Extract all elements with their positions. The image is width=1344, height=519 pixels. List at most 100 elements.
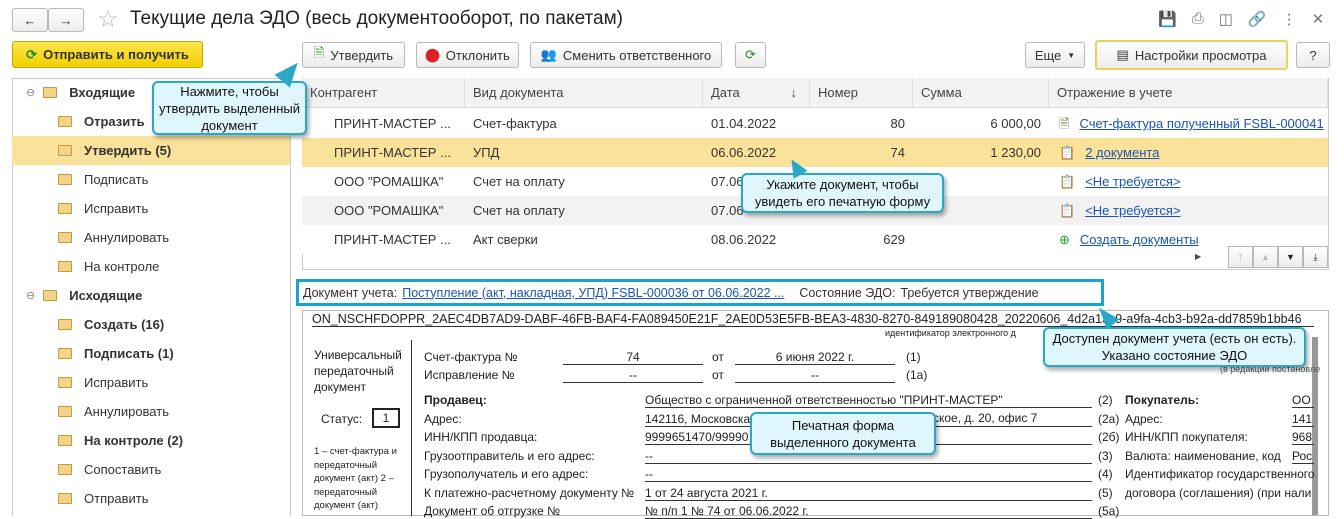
back-button[interactable]: ←	[12, 8, 48, 32]
collapse-icon[interactable]: ⊖	[26, 86, 35, 99]
callout-select-document: Укажите документ, чтобы увидеть его печа…	[741, 173, 944, 213]
sidebar-item-label: Отправить	[84, 491, 149, 506]
send-receive-button[interactable]: ⟳ Отправить и получить	[12, 41, 203, 68]
reflection-link[interactable]: Создать документы	[1080, 232, 1199, 247]
callout-accounting-doc: Доступен документ учета (есть он есть). …	[1043, 327, 1306, 367]
document-check-icon: 📋	[1059, 203, 1076, 218]
folder-icon	[58, 319, 72, 330]
column-header-doc-type[interactable]: Вид документа	[465, 78, 703, 108]
scroll-right-icon[interactable]: ▶	[1195, 252, 1201, 261]
folder-icon	[58, 377, 72, 388]
print-icon[interactable]: ⎙	[1192, 10, 1204, 28]
column-header-contractor[interactable]: Контрагент	[302, 78, 465, 108]
sidebar-item[interactable]: Создать (16)	[12, 310, 290, 339]
cell-sum: 6 000,00	[990, 116, 1041, 131]
collapse-icon[interactable]: ⊖	[26, 289, 35, 302]
sidebar-item[interactable]: Отправить	[12, 484, 290, 513]
sidebar-item[interactable]: Исправить	[12, 194, 290, 223]
forward-button[interactable]: →	[48, 8, 84, 32]
accounting-info-bar: Документ учета: Поступление (акт, наклад…	[296, 279, 1104, 306]
cell-contractor: ПРИНТ-МАСТЕР ...	[334, 145, 451, 160]
folder-icon	[43, 290, 58, 301]
column-header-reflection[interactable]: Отражение в учете	[1049, 78, 1328, 108]
sidebar-item[interactable]: Сопоставить	[12, 455, 290, 484]
sort-down-icon: ↓	[790, 85, 798, 100]
callout-approve: Нажмите, чтобы утвердить выделенный доку…	[152, 81, 307, 135]
cell-contractor: ООО "РОМАШКА"	[334, 203, 444, 218]
cell-number: 80	[890, 116, 905, 131]
reflection-link[interactable]: <Не требуется>	[1085, 174, 1180, 189]
cell-contractor: ООО "РОМАШКА"	[334, 174, 444, 189]
document-check-icon: 📋	[1059, 174, 1076, 189]
sidebar-item-label: Исправить	[84, 201, 149, 216]
scroll-bottom-button[interactable]: ⤓	[1303, 246, 1328, 268]
page-title: Текущие дела ЭДО (весь документооборот, …	[130, 8, 624, 29]
cell-type: Счет на оплату	[473, 203, 565, 218]
cell-number: 629	[883, 232, 905, 247]
reflection-link[interactable]: Счет-фактура полученный FSBL-000041	[1079, 116, 1323, 131]
sidebar-item[interactable]: Подписать (1)	[12, 339, 290, 368]
sidebar-item-label: На контроле (2)	[84, 433, 184, 448]
more-button[interactable]: Еще ▼	[1025, 42, 1085, 68]
folder-icon	[58, 145, 72, 156]
sidebar-item-label: Исходящие	[69, 288, 143, 303]
view-settings-button[interactable]: ▤ Настройки просмотра	[1095, 40, 1288, 70]
cell-number: 74	[890, 145, 905, 160]
close-icon[interactable]: ✕	[1312, 10, 1325, 28]
sidebar-item[interactable]: Аннулировать	[12, 223, 290, 252]
cell-contractor: ПРИНТ-МАСТЕР ...	[334, 116, 451, 131]
column-header-date[interactable]: Дата ↓	[703, 78, 810, 108]
preview-icon[interactable]: ◫	[1219, 10, 1233, 28]
sidebar-item-label: Аннулировать	[84, 404, 169, 419]
callout-print-form: Печатная форма выделенного документа	[750, 412, 936, 455]
folder-icon	[58, 493, 72, 504]
column-header-number[interactable]: Номер	[810, 78, 913, 108]
edo-state: Требуется утверждение	[900, 285, 1039, 300]
cell-contractor: ПРИНТ-МАСТЕР ...	[334, 232, 451, 247]
sidebar-item-label: Создать (16)	[84, 317, 165, 332]
refresh-button[interactable]: ⟳	[735, 42, 766, 68]
sidebar-item[interactable]: На контроле	[12, 252, 290, 281]
sidebar-item[interactable]: ⊖ Исходящие	[12, 281, 290, 310]
help-button[interactable]: ?	[1296, 42, 1330, 68]
scroll-up-button[interactable]: ▲	[1253, 246, 1278, 268]
form-divider	[411, 340, 412, 516]
reject-icon: ⬤	[425, 47, 440, 62]
link-icon[interactable]: 🔗	[1248, 10, 1267, 28]
scroll-down-button[interactable]: ▼	[1278, 246, 1303, 268]
approve-button[interactable]: 🗎 Утвердить	[302, 42, 405, 68]
sidebar-item[interactable]: Исправить	[12, 368, 290, 397]
sidebar-item[interactable]: На контроле (2)	[12, 426, 290, 455]
column-header-sum[interactable]: Сумма	[913, 78, 1049, 108]
approve-doc-icon: 🗎	[313, 45, 325, 60]
more-icon[interactable]: ⋮	[1282, 10, 1297, 28]
sidebar-item[interactable]: Аннулировать	[12, 397, 290, 426]
table-row[interactable]: ПРИНТ-МАСТЕР ... Счет-фактура 01.04.2022 80…	[302, 109, 1328, 138]
folder-icon	[58, 435, 72, 446]
sidebar-item-label: Входящие	[69, 85, 136, 100]
reflection-link[interactable]: 2 документа	[1085, 145, 1159, 160]
cell-sum	[913, 225, 1049, 254]
sidebar-item-label: Сопоставить	[84, 462, 162, 477]
cell-date: 08.06.2022	[711, 232, 777, 247]
settings-icon: ▤	[1116, 47, 1129, 62]
sidebar-item-label: Подписать	[84, 172, 149, 187]
cell-type: Счет-фактура	[473, 116, 557, 131]
sidebar-item[interactable]: Подписать	[12, 165, 290, 194]
sidebar-item[interactable]: Утвердить (5)	[12, 136, 290, 165]
cell-type: Счет на оплату	[473, 174, 565, 189]
reject-button[interactable]: ⬤ Отклонить	[416, 42, 519, 68]
favorite-star-icon[interactable]: ☆	[97, 5, 119, 34]
scroll-top-button[interactable]: ⤒	[1228, 246, 1253, 268]
table-row[interactable]: ПРИНТ-МАСТЕР ... УПД 06.06.2022 74 1 230,00 📋…	[302, 138, 1328, 167]
table-row[interactable]: ПРИНТ-МАСТЕР ... Акт сверки 08.06.2022 629 ⊕…	[302, 225, 1328, 254]
sidebar-item-label: Исправить	[84, 375, 149, 390]
save-icon[interactable]: 💾	[1158, 10, 1177, 28]
users-icon: 👥	[540, 47, 557, 62]
change-responsible-button[interactable]: 👥 Сменить ответственного	[530, 42, 722, 68]
file-id: ON_NSCHFDOPPR_2AEC4DB7AD9-DABF-46FB-BAF4…	[312, 312, 1314, 327]
cell-type: УПД	[473, 145, 500, 160]
accounting-doc-link[interactable]: Поступление (акт, накладная, УПД) FSBL-0…	[402, 286, 784, 300]
reflection-link[interactable]: <Не требуется>	[1085, 203, 1180, 218]
create-plus-icon: ⊕	[1059, 232, 1070, 247]
